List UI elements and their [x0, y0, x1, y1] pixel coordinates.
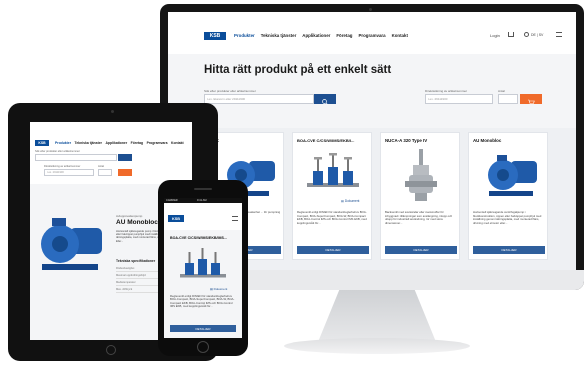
- card-title: NUCA-A 320 Type IV: [385, 138, 428, 143]
- nav-kontakt[interactable]: Kontakt: [171, 141, 184, 145]
- details-label: DETALJER: [325, 248, 341, 252]
- card-title: AU Monobloc: [473, 138, 502, 143]
- spec-heading: Tekniska specifikationer: [116, 259, 156, 263]
- search-label: Sök efter produkter eller artikelnummer: [204, 89, 256, 93]
- quantity-label: Antal: [98, 165, 104, 168]
- add-to-cart-button[interactable]: [118, 169, 132, 176]
- nav-applikationer[interactable]: Applikationer: [105, 141, 127, 145]
- nav-kontakt[interactable]: Kontakt: [392, 33, 408, 38]
- search-label: Sök efter produkter eller artikelnummer: [35, 150, 80, 153]
- valve-image: [180, 248, 226, 278]
- card-description: Regleventil enligt DIN/EN för standardre…: [170, 295, 235, 309]
- ksb-logo[interactable]: KSB: [204, 32, 226, 40]
- product-type: Avloppsvattenpump: [116, 214, 143, 218]
- product-title: AU Monobloc: [116, 219, 158, 226]
- page-title: Hitta rätt produkt på ett enkelt sätt: [204, 64, 392, 76]
- main-nav: Produkter Tekniska tjänster Applikatione…: [55, 141, 184, 145]
- add-to-cart-button[interactable]: [520, 94, 542, 104]
- article-search-label: Direktsökning av artikelnummer: [44, 165, 81, 168]
- cart-icon[interactable]: [508, 32, 514, 37]
- monitor-base: [284, 338, 470, 354]
- tablet-camera: [111, 110, 114, 113]
- logo-text: KSB: [209, 33, 221, 39]
- nav-applikationer[interactable]: Applikationer: [302, 33, 330, 38]
- article-number-input[interactable]: t.ex. 29111900: [425, 94, 493, 104]
- search-icon: [322, 99, 328, 105]
- menu-icon[interactable]: [556, 32, 562, 37]
- document-label: Dokument: [344, 199, 360, 203]
- monitor-camera: [369, 8, 372, 11]
- product-card-boa-cve[interactable]: BOA-CVE C/CS/W/IMS/EKB/I... ▤ Dokument R…: [292, 132, 372, 260]
- article-placeholder: t.ex. 29111900: [47, 171, 64, 174]
- details-button[interactable]: DETALJER: [170, 325, 236, 332]
- details-button[interactable]: DETALJER: [385, 246, 457, 254]
- document-link[interactable]: ▤ Dokument: [210, 287, 227, 291]
- phone-home-button[interactable]: [197, 341, 209, 353]
- globe-icon[interactable]: [524, 32, 529, 37]
- quantity-stepper[interactable]: [498, 94, 518, 104]
- search-button[interactable]: [118, 154, 132, 161]
- nav-foretag[interactable]: Företag: [131, 141, 143, 145]
- nav-produkter[interactable]: Produkter: [234, 33, 255, 38]
- product-search-input[interactable]: t.ex. Etanorm eller 29111900: [204, 94, 314, 104]
- nav-tekniska-tjanster[interactable]: Tekniska tjänster: [75, 141, 102, 145]
- menu-icon[interactable]: [232, 216, 238, 221]
- main-nav: Produkter Tekniska tjänster Applikatione…: [234, 33, 408, 38]
- details-label: DETALJER: [501, 248, 517, 252]
- valve-image: [405, 149, 437, 201]
- document-label: Dokument: [213, 287, 228, 291]
- details-label: DETALJER: [413, 248, 429, 252]
- details-button[interactable]: DETALJER: [297, 246, 369, 254]
- card-description: Regleventil enligt DIN/EN för standardre…: [297, 211, 367, 225]
- card-description: Backventil med svetsändar eller svetsmuf…: [385, 211, 453, 225]
- language-switch[interactable]: DE | SV: [531, 33, 543, 37]
- pump-image: [41, 218, 102, 270]
- tablet-home-button[interactable]: [106, 345, 116, 355]
- card-title: BOA-CVE C/CS/W/IMS/EKB/I...: [297, 138, 355, 143]
- monitor-stand: [318, 290, 436, 342]
- nav-programvara[interactable]: Programvara: [358, 33, 385, 38]
- ksb-logo[interactable]: KSB: [35, 140, 49, 146]
- card-description: Horisontell självsugande centrifugalpump…: [473, 211, 542, 225]
- quantity-stepper[interactable]: [98, 169, 112, 176]
- logo-text: KSB: [171, 216, 181, 221]
- search-button[interactable]: [314, 94, 336, 105]
- product-search-input[interactable]: [35, 154, 117, 161]
- product-card-nuca[interactable]: NUCA-A 320 Type IV Backventil med svetsä…: [380, 132, 460, 260]
- article-search-label: Direktsökning av artikelnummer: [425, 89, 468, 93]
- card-title: BOA-CVE C/CS/W/IMS/EKB/IMS...: [170, 236, 227, 240]
- pump-image: [488, 155, 537, 196]
- login-link[interactable]: Login: [490, 33, 500, 38]
- valve-image: [307, 153, 359, 187]
- cart-icon: [528, 99, 535, 104]
- phone-screen: CARRIER 9:41 AM KSB BOA-CVE C/CS/W/IMS/E…: [164, 198, 242, 338]
- nav-foretag[interactable]: Företag: [336, 33, 352, 38]
- search-placeholder: t.ex. Etanorm eller 29111900: [207, 97, 246, 101]
- document-link[interactable]: ▤ Dokument: [341, 199, 359, 203]
- logo-text: KSB: [38, 141, 46, 145]
- article-number-input[interactable]: t.ex. 29111900: [44, 169, 94, 176]
- nav-programvara[interactable]: Programvara: [147, 141, 168, 145]
- quantity-label: Antal: [498, 89, 505, 93]
- details-label: DETALJER: [195, 326, 211, 331]
- ksb-logo[interactable]: KSB: [168, 215, 184, 222]
- nav-tekniska-tjanster[interactable]: Tekniska tjänster: [261, 33, 297, 38]
- status-time: 9:41 AM: [197, 198, 207, 202]
- nav-produkter[interactable]: Produkter: [55, 141, 71, 145]
- product-card-au-monobloc[interactable]: AU Monobloc Horisontell självsugande cen…: [468, 132, 548, 260]
- status-carrier: CARRIER: [166, 198, 178, 202]
- article-placeholder: t.ex. 29111900: [428, 97, 448, 101]
- details-button[interactable]: DETALJER: [473, 246, 545, 254]
- phone-speaker: [194, 188, 212, 190]
